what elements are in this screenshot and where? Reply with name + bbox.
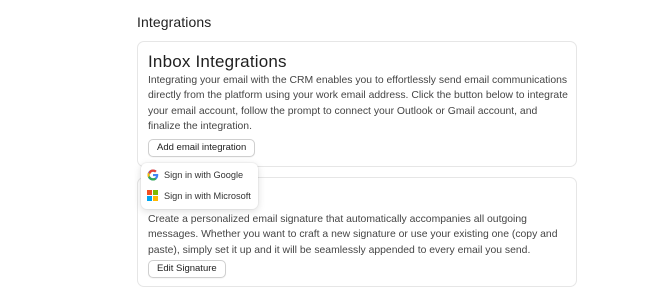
google-icon: [147, 169, 159, 181]
add-email-integration-button[interactable]: Add email integration: [148, 139, 256, 157]
inbox-integrations-title: Inbox Integrations: [148, 52, 287, 71]
sign-in-with-microsoft-item[interactable]: Sign in with Microsoft: [147, 188, 255, 204]
inbox-integrations-description: Integrating your email with the CRM enab…: [148, 75, 568, 132]
microsoft-icon: [147, 190, 159, 202]
sign-in-with-google-item[interactable]: Sign in with Google: [147, 167, 255, 183]
sign-in-with-microsoft-label: Sign in with Microsoft: [164, 191, 251, 201]
inbox-integrations-card: Inbox Integrations Integrating your emai…: [137, 41, 577, 167]
email-integration-dropdown: Sign in with Google Sign in with Microso…: [141, 163, 258, 209]
email-signature-description: Create a personalized email signature th…: [148, 214, 558, 256]
page-title: Integrations: [137, 14, 212, 30]
edit-signature-button[interactable]: Edit Signature: [148, 260, 226, 278]
sign-in-with-google-label: Sign in with Google: [164, 170, 244, 180]
